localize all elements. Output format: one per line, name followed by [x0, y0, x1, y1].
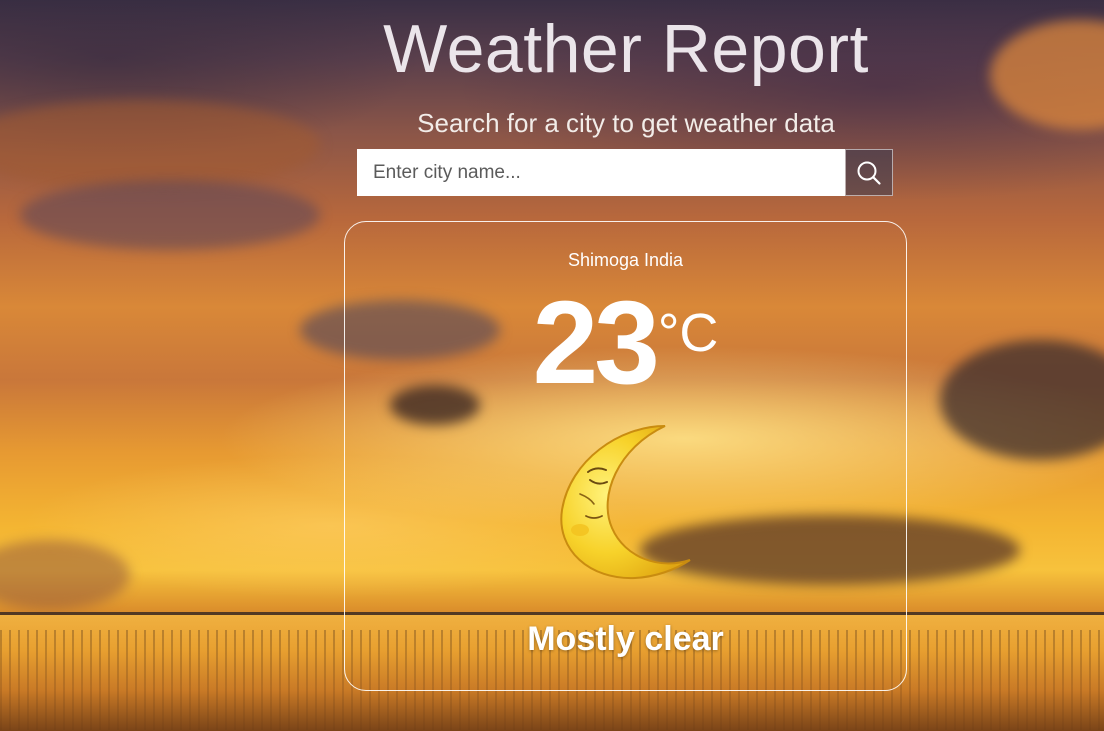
- page-title: Weather Report: [383, 11, 869, 87]
- temperature-display: 23°C: [345, 284, 906, 402]
- location-label: Shimoga India: [567, 250, 684, 270]
- weather-condition: Mostly clear: [527, 620, 724, 658]
- search-button[interactable]: [845, 149, 893, 196]
- search-input[interactable]: [357, 149, 845, 196]
- cloud: [20, 180, 320, 250]
- weather-card: Shimoga India 23°C Mostly clear: [344, 221, 907, 691]
- search-icon: [857, 161, 881, 185]
- temperature-unit: °C: [657, 303, 719, 363]
- sleeping-crescent-moon-icon: [550, 420, 700, 585]
- search-bar: [357, 149, 893, 196]
- temperature-value: 23: [532, 277, 660, 409]
- page-subtitle: Search for a city to get weather data: [417, 108, 835, 138]
